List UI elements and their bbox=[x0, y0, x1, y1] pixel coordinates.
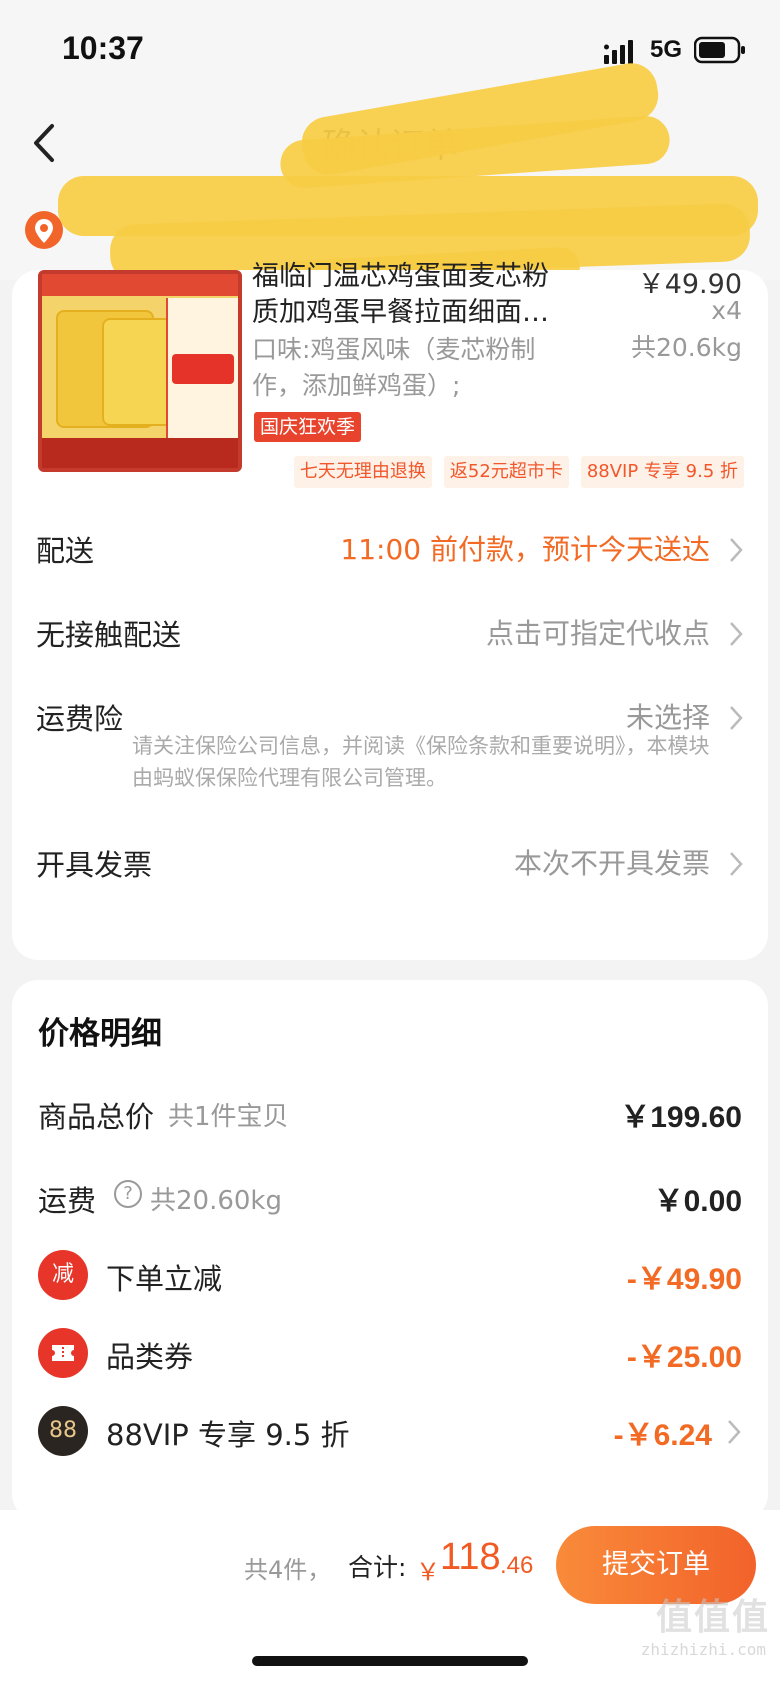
network-type: 5G bbox=[650, 36, 683, 63]
chevron-right-icon bbox=[730, 852, 743, 876]
checkout-bar: 共4件， 合计: ￥ 118 .46 提交订单 值值值 zhizhizhi.co… bbox=[0, 1510, 780, 1688]
contactless-label: 无接触配送 bbox=[36, 618, 182, 652]
thumb-banner bbox=[42, 274, 238, 296]
invoice-label: 开具发票 bbox=[36, 848, 153, 882]
total-currency: ￥ bbox=[416, 1558, 440, 1586]
shipping-weight: 共20.60kg bbox=[150, 1186, 282, 1216]
battery-icon bbox=[694, 36, 745, 64]
instant-discount-label: 下单立减 bbox=[106, 1262, 223, 1296]
insurance-note: 请关注保险公司信息，并阅读《保险条款和重要说明》，本模块由蚂蚁保保险代理有限公司… bbox=[132, 734, 710, 790]
delivery-row[interactable]: 配送 11:00 前付款，预计今天送达 bbox=[36, 520, 744, 580]
price-detail-title: 价格明细 bbox=[38, 1016, 162, 1052]
home-indicator[interactable] bbox=[252, 1656, 528, 1666]
product-image-bg bbox=[42, 274, 238, 468]
chevron-right-icon bbox=[730, 706, 743, 730]
status-time: 10:37 bbox=[62, 30, 144, 66]
delivery-value: 11:00 前付款，预计今天送达 bbox=[340, 533, 710, 566]
invoice-row[interactable]: 开具发票 本次不开具发票 bbox=[36, 834, 744, 894]
shipping-fee-amount: ￥0.00 bbox=[653, 1185, 742, 1218]
watermark-url: zhizhizhi.com bbox=[640, 1640, 766, 1659]
service-tag: 返52元超市卡 bbox=[443, 456, 569, 488]
instant-discount-amount: -￥49.90 bbox=[626, 1263, 742, 1296]
shipping-insurance-label: 运费险 bbox=[36, 702, 124, 736]
promo-tag: 国庆狂欢季 bbox=[254, 412, 362, 442]
total-amount-decimal: .46 bbox=[500, 1552, 534, 1579]
product-title-line1[interactable]: 福临门温芯鸡蛋面麦芯粉 bbox=[252, 258, 602, 296]
contactless-row[interactable]: 无接触配送 点击可指定代收点 bbox=[36, 604, 744, 664]
shipping-fee-label: 运费 bbox=[38, 1184, 97, 1218]
category-coupon-row: 品类券 -￥25.00 bbox=[38, 1328, 742, 1384]
contactless-value: 点击可指定代收点 bbox=[485, 617, 710, 650]
product-weight: 共20.6kg bbox=[630, 333, 742, 362]
goods-total-label: 商品总价 bbox=[38, 1100, 155, 1134]
order-card: 福临门温芯鸡蛋面麦芯粉 质加鸡蛋早餐拉面细面… 口味:鸡蛋风味（麦芯粉制作，添加… bbox=[12, 261, 768, 960]
goods-total-amount: ￥199.60 bbox=[620, 1101, 742, 1134]
item-count: 共4件， bbox=[244, 1556, 332, 1584]
ticket-icon-shape bbox=[52, 1345, 74, 1361]
chevron-right-icon bbox=[730, 538, 743, 562]
total-amount-integer: 118 bbox=[440, 1536, 501, 1578]
vip-discount-amount: -￥6.24 bbox=[613, 1419, 712, 1452]
goods-count: 共1件宝贝 bbox=[168, 1102, 289, 1132]
service-tag: 七天无理由退换 bbox=[293, 456, 432, 488]
product-title-line2[interactable]: 质加鸡蛋早餐拉面细面… bbox=[252, 294, 602, 332]
goods-total-row: 商品总价 共1件宝贝 ￥199.60 bbox=[38, 1088, 742, 1144]
chevron-right-icon bbox=[728, 1420, 741, 1444]
signal-icon bbox=[604, 40, 633, 64]
product-quantity: x4 bbox=[711, 296, 742, 325]
delivery-label: 配送 bbox=[36, 534, 95, 568]
category-coupon-label: 品类券 bbox=[106, 1340, 194, 1374]
price-detail-card: 价格明细 商品总价 共1件宝贝 ￥199.60 运费 ? 共20.60kg ￥0… bbox=[12, 980, 768, 1520]
invoice-value: 本次不开具发票 bbox=[513, 847, 710, 880]
chevron-right-icon bbox=[730, 622, 743, 646]
total-label: 合计: bbox=[348, 1553, 407, 1582]
category-coupon-amount: -￥25.00 bbox=[626, 1341, 742, 1374]
question-icon[interactable]: ? bbox=[114, 1180, 142, 1208]
vip-discount-row[interactable]: 88 88VIP 专享 9.5 折 -￥6.24 bbox=[38, 1406, 742, 1462]
instant-discount-row: 减 下单立减 -￥49.90 bbox=[38, 1250, 742, 1306]
product-spec: 口味:鸡蛋风味（麦芯粉制作，添加鲜鸡蛋）; bbox=[252, 335, 536, 400]
product-image[interactable] bbox=[38, 270, 242, 472]
thumb-footer bbox=[42, 438, 238, 468]
service-tag: 88VIP 专享 9.5 折 bbox=[580, 456, 744, 488]
vip-88-icon: 88 bbox=[38, 1406, 88, 1456]
shipping-fee-row: 运费 ? 共20.60kg ￥0.00 bbox=[38, 1172, 742, 1228]
vip-discount-label: 88VIP 专享 9.5 折 bbox=[106, 1418, 350, 1452]
ticket-icon bbox=[38, 1328, 88, 1378]
status-bar: 10:37 5G bbox=[0, 0, 780, 100]
thumb-price-badge bbox=[172, 354, 234, 384]
discount-icon: 减 bbox=[38, 1250, 88, 1300]
service-tags: 七天无理由退换 返52元超市卡 88VIP 专享 9.5 折 bbox=[293, 456, 744, 488]
watermark-logo: 值值值 bbox=[655, 1597, 770, 1638]
